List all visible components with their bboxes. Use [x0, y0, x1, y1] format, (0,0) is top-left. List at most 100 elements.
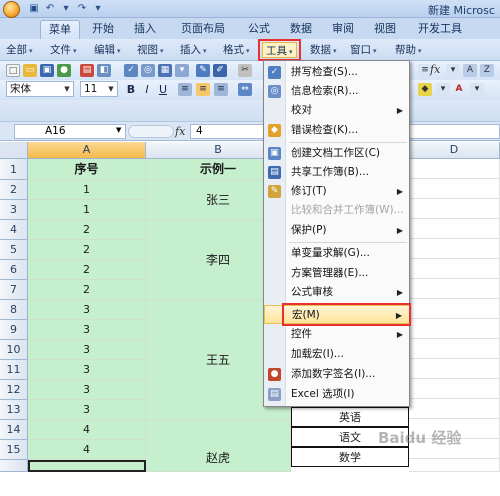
- align-right-icon[interactable]: ≡: [214, 83, 228, 96]
- tab-menu[interactable]: 菜单: [40, 20, 80, 39]
- column-d-cells[interactable]: [409, 159, 500, 472]
- row-header-16[interactable]: [0, 460, 28, 472]
- cell-a14[interactable]: 4: [28, 420, 146, 440]
- cell-a3[interactable]: 1: [28, 200, 146, 220]
- row-header-7[interactable]: 7: [0, 280, 28, 300]
- chevron-down-icon[interactable]: ▾: [436, 83, 450, 96]
- column-header-a[interactable]: A: [28, 142, 146, 159]
- customize-qat-icon[interactable]: ▾: [92, 3, 104, 14]
- tab-review[interactable]: 审阅: [324, 20, 362, 39]
- column-header-d[interactable]: D: [409, 142, 500, 159]
- font-color-icon[interactable]: A: [452, 83, 466, 96]
- menu-item-proofing[interactable]: 校对 ▶: [264, 101, 411, 120]
- menu-edit[interactable]: 编辑 ▾: [94, 42, 121, 58]
- new-document-icon[interactable]: □: [6, 64, 20, 77]
- cell-a9[interactable]: 3: [28, 320, 146, 340]
- cell-a2[interactable]: 1: [28, 180, 146, 200]
- more-icon[interactable]: ▾: [175, 64, 189, 77]
- font-name-combo[interactable]: 宋体 ▼: [6, 81, 74, 97]
- cell-a7[interactable]: 2: [28, 280, 146, 300]
- dropdown-icon[interactable]: ▾: [60, 3, 72, 14]
- menu-item-goal-seek[interactable]: 单变量求解(G)...: [264, 244, 411, 263]
- sort-ascending-icon[interactable]: A: [463, 64, 477, 77]
- row-header-9[interactable]: 9: [0, 320, 28, 340]
- redo-icon[interactable]: ↷: [76, 3, 88, 14]
- undo-icon[interactable]: ↶: [44, 3, 56, 14]
- menu-item-share-workbook[interactable]: ▤ 共享工作簿(B)...: [264, 163, 411, 182]
- insert-function-icon[interactable]: fx: [430, 63, 440, 76]
- copy-format-icon[interactable]: ✎: [196, 64, 210, 77]
- menu-item-scenario-manager[interactable]: 方案管理器(E)...: [264, 264, 411, 283]
- print-preview-icon[interactable]: ◧: [97, 64, 111, 77]
- row-header-4[interactable]: 4: [0, 220, 28, 240]
- menu-item-spell-check[interactable]: ✓ 拼写检查(S)...: [264, 63, 411, 82]
- menu-item-add-ins[interactable]: 加载宏(I)...: [264, 345, 411, 364]
- print-icon[interactable]: ▤: [80, 64, 94, 77]
- tab-home[interactable]: 开始: [84, 20, 122, 39]
- bold-icon[interactable]: B: [124, 83, 138, 96]
- cell-a8[interactable]: 3: [28, 300, 146, 320]
- menu-item-protection[interactable]: 保护(P) ▶: [264, 221, 411, 240]
- tab-formulas[interactable]: 公式: [240, 20, 278, 39]
- cut-icon[interactable]: ✂: [238, 64, 252, 77]
- cell-a15[interactable]: 4: [28, 440, 146, 460]
- row-header-11[interactable]: 11: [0, 360, 28, 380]
- align-center-icon[interactable]: ≡: [196, 83, 210, 96]
- menu-help[interactable]: 帮助 ▾: [395, 42, 422, 58]
- chevron-down-icon[interactable]: ▼: [116, 126, 121, 134]
- menu-item-error-checking[interactable]: ◆ 错误检查(K)...: [264, 121, 411, 140]
- fill-color-icon[interactable]: ◆: [418, 83, 432, 96]
- spellcheck-icon[interactable]: ✓: [124, 64, 138, 77]
- menu-item-formula-auditing[interactable]: 公式审核 ▶: [264, 283, 411, 302]
- font-size-combo[interactable]: 11 ▼: [80, 81, 118, 97]
- menu-item-digital-signature[interactable]: ● 添加数字签名(I)...: [264, 365, 411, 384]
- tab-insert[interactable]: 插入: [126, 20, 164, 39]
- italic-icon[interactable]: I: [140, 83, 154, 96]
- menu-view[interactable]: 视图 ▾: [137, 42, 164, 58]
- menu-all[interactable]: 全部 ▾: [6, 42, 33, 58]
- menu-window[interactable]: 窗口 ▾: [350, 42, 377, 58]
- research-icon[interactable]: ◎: [141, 64, 155, 77]
- row-header-12[interactable]: 12: [0, 380, 28, 400]
- chevron-down-icon[interactable]: ▾: [446, 64, 460, 77]
- cell-a13[interactable]: 3: [28, 400, 146, 420]
- row-header-15[interactable]: 15: [0, 440, 28, 460]
- permission-icon[interactable]: ●: [57, 64, 71, 77]
- office-button[interactable]: [3, 1, 20, 18]
- menu-format[interactable]: 格式 ▾: [223, 42, 250, 58]
- cell-a10[interactable]: 3: [28, 340, 146, 360]
- select-all-corner[interactable]: [0, 142, 28, 159]
- menu-item-excel-options[interactable]: ▤ Excel 选项(I): [264, 385, 411, 404]
- menu-data[interactable]: 数据 ▾: [310, 42, 337, 58]
- menu-item-track-changes[interactable]: ✎ 修订(T) ▶: [264, 182, 411, 201]
- cell-a12[interactable]: 3: [28, 380, 146, 400]
- cell-c13[interactable]: 英语: [291, 407, 409, 427]
- fx-icon[interactable]: fx: [175, 125, 185, 138]
- sort-descending-icon[interactable]: Z: [480, 64, 494, 77]
- row-header-13[interactable]: 13: [0, 400, 28, 420]
- cell-a5[interactable]: 2: [28, 240, 146, 260]
- tab-page-layout[interactable]: 页面布局: [170, 20, 236, 39]
- menu-item-research[interactable]: ◎ 信息检索(R)...: [264, 82, 411, 101]
- row-header-1[interactable]: 1: [0, 159, 28, 180]
- cell-a6[interactable]: 2: [28, 260, 146, 280]
- cell-c15[interactable]: 数学: [291, 447, 409, 467]
- permissions-icon[interactable]: ▦: [158, 64, 172, 77]
- row-header-6[interactable]: 6: [0, 260, 28, 280]
- row-header-3[interactable]: 3: [0, 200, 28, 220]
- cell-b14-merged[interactable]: 赵虎: [146, 420, 291, 472]
- align-left-icon[interactable]: ≡: [178, 83, 192, 96]
- row-header-2[interactable]: 2: [0, 180, 28, 200]
- chevron-down-icon[interactable]: ▾: [470, 83, 484, 96]
- cell-a16-active[interactable]: [28, 460, 146, 472]
- tab-view[interactable]: 视图: [366, 20, 404, 39]
- open-folder-icon[interactable]: ▭: [23, 64, 37, 77]
- save-icon[interactable]: ▣: [40, 64, 54, 77]
- row-header-14[interactable]: 14: [0, 420, 28, 440]
- cell-a1[interactable]: 序号: [28, 159, 146, 180]
- format-painter-icon[interactable]: ✐: [213, 64, 227, 77]
- cell-a4[interactable]: 2: [28, 220, 146, 240]
- underline-icon[interactable]: U: [156, 83, 170, 96]
- menu-insert[interactable]: 插入 ▾: [180, 42, 207, 58]
- cell-a11[interactable]: 3: [28, 360, 146, 380]
